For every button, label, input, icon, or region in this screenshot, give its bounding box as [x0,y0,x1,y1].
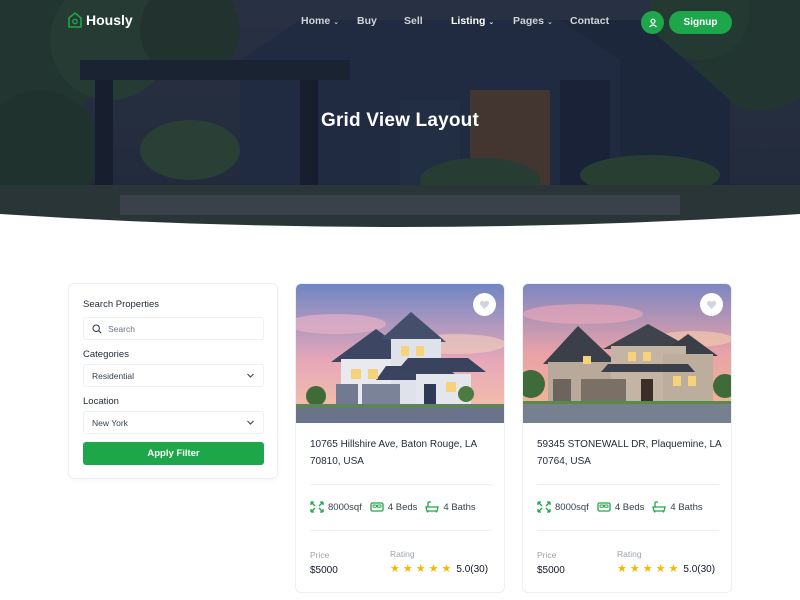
price-label: Price [537,550,557,560]
star-icon: ★ [415,563,426,575]
bath-icon [425,501,440,513]
nav-item-listing-label: Listing [451,15,486,27]
home-logo-icon [68,12,82,28]
location-value: New York [92,417,128,428]
star-icon: ★ [642,563,653,575]
star-icon: ★ [428,563,439,575]
divider [310,530,492,531]
address-line-2: 70764, USA [537,456,591,467]
beds-feature: 4 Beds [370,501,418,513]
nav-item-buy[interactable]: Buy [357,15,377,27]
search-input[interactable]: Search [83,317,264,340]
brand-logo[interactable]: Hously [68,12,133,28]
property-address[interactable]: 10765 Hillshire Ave, Baton Rouge, LA 708… [310,436,495,470]
baths-value: 4 Baths [443,501,476,513]
chevron-down-icon: ⌄ [488,19,495,26]
rating-stars: ★ ★ ★ ★ ★ 5.0(30) [390,563,489,576]
nav-item-home[interactable]: Home ⌄ [301,15,339,27]
rating-value: 5.0(30) [456,564,489,575]
property-address[interactable]: 59345 STONEWALL DR, Plaquemine, LA 70764… [537,436,722,470]
bed-icon [370,502,384,512]
nav-item-sell-label: Sell [404,15,423,27]
property-features: 8000sqf 4 Beds 4 Baths [537,501,711,513]
rating-value: 5.0(30) [683,564,716,575]
nav-item-pages-label: Pages [513,15,544,27]
divider [537,530,719,531]
property-card[interactable]: 10765 Hillshire Ave, Baton Rouge, LA 708… [295,283,505,593]
area-value: 8000sqf [328,501,362,513]
star-icon: ★ [629,563,640,575]
divider [537,484,719,485]
nav-item-pages[interactable]: Pages ⌄ [513,15,553,27]
search-icon [92,323,102,334]
baths-value: 4 Baths [670,501,703,513]
heart-icon [479,300,490,309]
address-line-2: 70810, USA [310,456,364,467]
nav-item-home-label: Home [301,15,331,27]
area-value: 8000sqf [555,501,589,513]
star-icon: ★ [617,563,627,575]
property-photo[interactable] [296,284,504,423]
rating-label: Rating [617,549,642,559]
heart-icon [706,300,717,309]
nav-item-sell[interactable]: Sell [404,15,423,27]
bath-icon [652,501,667,513]
favorite-button[interactable] [700,293,723,316]
star-icon: ★ [668,563,679,575]
search-label: Search Properties [83,299,160,310]
nav-item-buy-label: Buy [357,15,377,27]
star-icon: ★ [402,563,413,575]
chevron-down-icon: ⌄ [546,19,553,26]
rating-label: Rating [390,549,415,559]
apply-filter-button[interactable]: Apply Filter [83,442,264,465]
beds-feature: 4 Beds [597,501,645,513]
address-line-1: 10765 Hillshire Ave, Baton Rouge, LA [310,439,478,450]
categories-value: Residential [92,370,135,381]
chevron-down-icon [247,420,254,425]
rating-stars: ★ ★ ★ ★ ★ 5.0(30) [617,563,716,576]
categories-select[interactable]: Residential [83,364,264,387]
signup-button[interactable]: Signup [669,11,732,34]
property-photo[interactable] [523,284,731,423]
location-label: Location [83,396,119,407]
chevron-down-icon [247,373,254,378]
star-icon: ★ [441,563,452,575]
nav-item-contact-label: Contact [570,15,610,27]
property-features: 8000sqf 4 Beds 4 Baths [310,501,484,513]
baths-feature: 4 Baths [652,501,703,513]
favorite-button[interactable] [473,293,496,316]
nav-item-listing[interactable]: Listing ⌄ [451,15,494,27]
beds-value: 4 Beds [387,501,418,513]
divider [310,484,492,485]
filter-panel: Search Properties Search Categories Resi… [68,283,278,479]
price-label: Price [310,550,330,560]
user-account-button[interactable] [641,11,664,34]
baths-feature: 4 Baths [425,501,476,513]
location-select[interactable]: New York [83,411,264,434]
price-value: $5000 [537,565,565,576]
top-navbar: Hously Home ⌄ Buy Sell Listing ⌄ Pages ⌄… [0,0,800,44]
categories-label: Categories [83,349,129,360]
search-placeholder: Search [108,323,135,334]
star-icon: ★ [655,563,666,575]
area-feature: 8000sqf [310,501,362,513]
property-card[interactable]: 59345 STONEWALL DR, Plaquemine, LA 70764… [522,283,732,593]
brand-name: Hously [86,12,133,28]
beds-value: 4 Beds [614,501,645,513]
chevron-down-icon: ⌄ [333,19,340,26]
page-title: Grid View Layout [320,110,480,131]
address-line-1: 59345 STONEWALL DR, Plaquemine, LA [537,439,722,450]
nav-item-contact[interactable]: Contact [570,15,609,27]
area-icon [537,501,551,513]
bed-icon [597,502,611,512]
area-icon [310,501,324,513]
price-value: $5000 [310,565,338,576]
star-icon: ★ [390,563,400,575]
area-feature: 8000sqf [537,501,589,513]
user-icon [648,18,657,27]
